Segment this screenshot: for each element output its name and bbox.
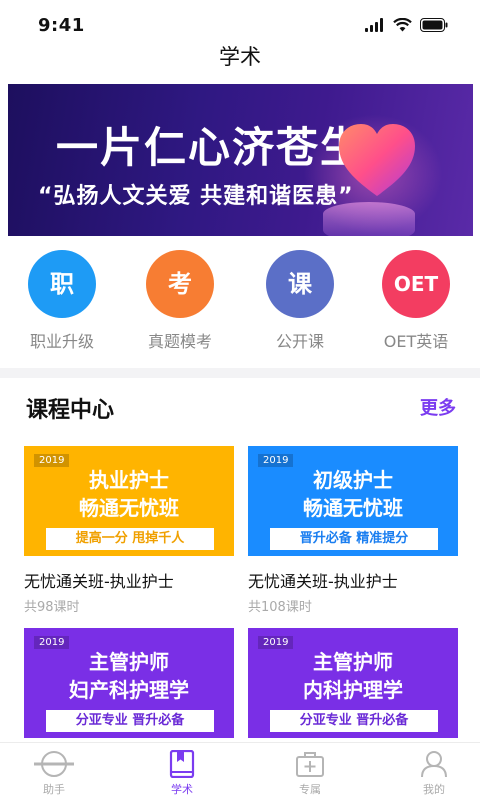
tab-bar: 助手 学术 专属 我的 xyxy=(0,742,480,800)
course-card[interactable]: 2019 初级护士 畅通无忧班 晋升必备 精准提分 无忧通关班-执业护士 共10… xyxy=(248,446,458,615)
quick-entry-label: 职业升级 xyxy=(29,332,94,351)
user-icon xyxy=(386,749,480,779)
course-lessons: 共98课时 xyxy=(24,600,80,615)
assistant-icon xyxy=(6,749,102,779)
quick-entry-exam[interactable]: 考 真题模考 xyxy=(120,250,240,352)
quick-entry-label: 公开课 xyxy=(275,332,324,351)
book-icon xyxy=(134,749,230,779)
course-cover: 2019 主管护师 妇产科护理学 分亚专业 晋升必备 xyxy=(24,628,234,738)
course-cover: 2019 主管护师 内科护理学 分亚专业 晋升必备 xyxy=(248,628,458,738)
course-center-header: 课程中心 更多 xyxy=(0,390,480,426)
cover-title: 初级护士 畅通无忧班 xyxy=(248,466,458,522)
exam-icon: 考 xyxy=(146,250,214,318)
cover-tag: 提高一分 甩掉千人 xyxy=(46,528,214,550)
tab-label: 我的 xyxy=(423,783,445,796)
course-card[interactable]: 2019 执业护士 畅通无忧班 提高一分 甩掉千人 无忧通关班-执业护士 共98… xyxy=(24,446,234,615)
tab-label: 助手 xyxy=(43,783,65,796)
cover-title: 主管护师 妇产科护理学 xyxy=(24,648,234,704)
tab-label: 学术 xyxy=(171,783,193,796)
tab-label: 专属 xyxy=(299,783,321,796)
nav-bar: 学术 xyxy=(0,42,480,84)
tab-mine[interactable]: 我的 xyxy=(386,749,480,797)
status-time: 9:41 xyxy=(38,15,85,36)
cover-line-1: 主管护师 xyxy=(313,650,393,674)
tab-assistant[interactable]: 助手 xyxy=(6,749,102,797)
cover-line-1: 主管护师 xyxy=(89,650,169,674)
career-icon: 职 xyxy=(28,250,96,318)
cover-title: 主管护师 内科护理学 xyxy=(248,648,458,704)
cover-line-2: 妇产科护理学 xyxy=(69,678,189,702)
quick-entry-open-course[interactable]: 课 公开课 xyxy=(240,250,360,352)
course-cover: 2019 初级护士 畅通无忧班 晋升必备 精准提分 xyxy=(248,446,458,556)
heart-icon xyxy=(337,122,417,202)
cover-line-1: 初级护士 xyxy=(313,468,393,492)
course-card[interactable]: 2019 主管护师 妇产科护理学 分亚专业 晋升必备 xyxy=(24,628,234,738)
promo-banner[interactable]: 一片仁心济苍生 “弘扬人文关爱 共建和谐医患” xyxy=(8,84,473,236)
quick-entry-row: 职 职业升级 考 真题模考 课 公开课 OET OET英语 xyxy=(0,250,480,360)
quick-entry-label: OET英语 xyxy=(383,332,449,351)
course-lessons: 共108课时 xyxy=(248,600,312,615)
battery-icon xyxy=(420,18,448,32)
banner-headline: 一片仁心济苍生 xyxy=(56,123,365,172)
cover-tag: 分亚专业 晋升必备 xyxy=(46,710,214,732)
cover-line-1: 执业护士 xyxy=(89,468,169,492)
tab-exclusive[interactable]: 专属 xyxy=(262,749,358,797)
wifi-icon xyxy=(393,18,412,32)
medical-kit-icon xyxy=(262,749,358,779)
oet-icon: OET xyxy=(382,250,450,318)
status-bar: 9:41 xyxy=(0,0,480,42)
course-name: 无忧通关班-执业护士 xyxy=(248,572,398,591)
cover-tag: 分亚专业 晋升必备 xyxy=(270,710,438,732)
quick-entry-label: 真题模考 xyxy=(147,332,212,351)
course-card[interactable]: 2019 主管护师 内科护理学 分亚专业 晋升必备 xyxy=(248,628,458,738)
cover-title: 执业护士 畅通无忧班 xyxy=(24,466,234,522)
cover-tag: 晋升必备 精准提分 xyxy=(270,528,438,550)
quick-entry-career[interactable]: 职 职业升级 xyxy=(2,250,122,352)
course-name: 无忧通关班-执业护士 xyxy=(24,572,174,591)
banner-podium xyxy=(323,202,415,236)
cover-line-2: 畅通无忧班 xyxy=(303,496,403,520)
section-title: 课程中心 xyxy=(26,398,115,423)
signal-icon xyxy=(365,18,383,32)
section-divider xyxy=(0,368,480,378)
cover-line-2: 畅通无忧班 xyxy=(79,496,179,520)
banner-slogan: “弘扬人文关爱 共建和谐医患” xyxy=(38,184,354,209)
cover-line-2: 内科护理学 xyxy=(303,678,403,702)
page-title: 学术 xyxy=(219,45,261,69)
course-icon: 课 xyxy=(266,250,334,318)
quick-entry-oet[interactable]: OET OET英语 xyxy=(356,250,476,352)
tab-academic[interactable]: 学术 xyxy=(134,749,230,797)
more-link[interactable]: 更多 xyxy=(420,394,456,420)
course-cover: 2019 执业护士 畅通无忧班 提高一分 甩掉千人 xyxy=(24,446,234,556)
status-icons xyxy=(365,18,448,32)
